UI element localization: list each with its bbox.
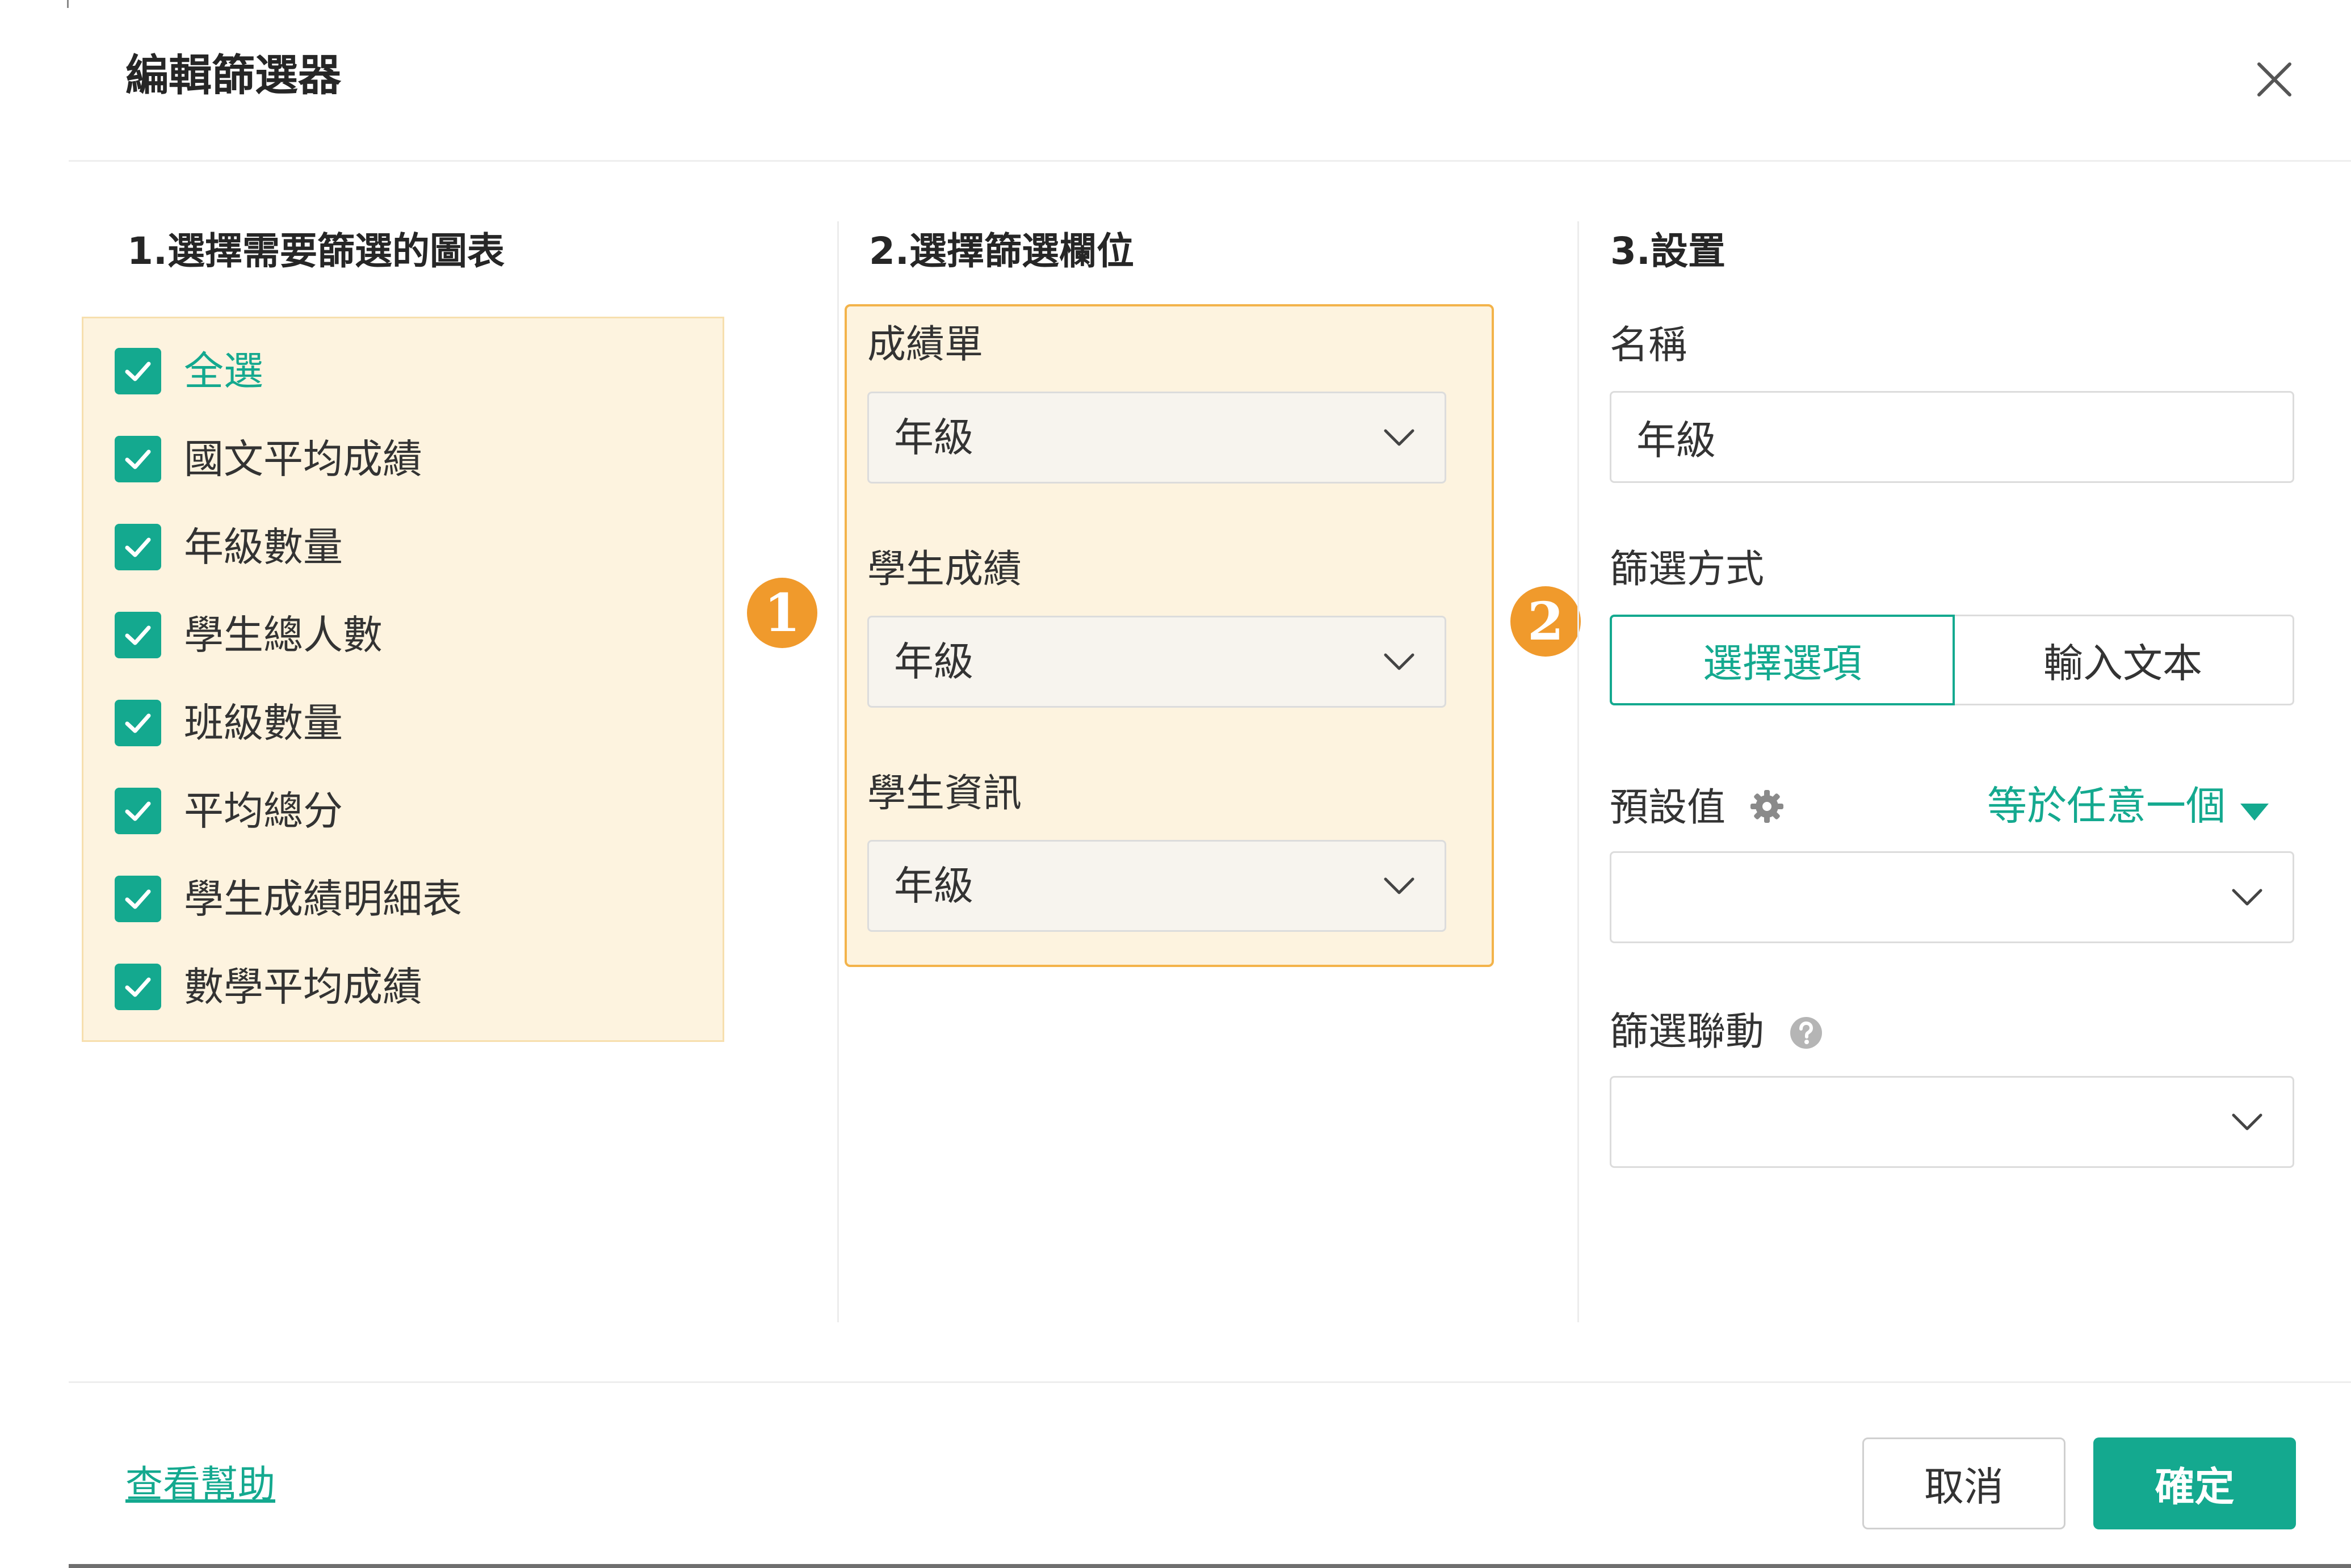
chart-selection-list: 全選國文平均成績 年級數量學生總人數班級數量平均總分學生成績明細表 數學平均成績 — [82, 317, 724, 1042]
checkbox-checked-icon[interactable] — [115, 700, 161, 746]
field-select-value: 年級 — [894, 414, 973, 461]
chart-checkbox-item[interactable]: 年級數量 — [115, 522, 343, 573]
step-badge-2: 2 — [1510, 586, 1581, 657]
chevron-down-icon — [1382, 875, 1416, 897]
field-select-report[interactable]: 年級 — [867, 392, 1446, 484]
checkbox-checked-icon[interactable] — [115, 788, 161, 834]
chart-checkbox-item[interactable]: 班級數量 — [115, 697, 343, 749]
column-divider — [837, 221, 839, 1322]
close-icon — [2257, 62, 2291, 96]
field-select-scores[interactable]: 年級 — [867, 616, 1446, 708]
chevron-down-icon — [2230, 886, 2264, 909]
checkbox-label: 全選 — [184, 348, 263, 394]
field-selection-panel: 成績單 年級 學生成績 年級 學生資訊 年級 — [845, 304, 1494, 967]
name-input[interactable] — [1610, 391, 2294, 483]
filter-mode-label: 篩選方式 — [1610, 547, 1765, 592]
checkbox-label: 班級數量 — [184, 700, 343, 746]
close-button[interactable] — [2255, 60, 2294, 99]
mode-option-select[interactable]: 選擇選項 — [1610, 615, 1955, 705]
field-select-value: 年級 — [894, 638, 973, 685]
chevron-down-icon — [2230, 1111, 2264, 1133]
field-label-students: 學生資訊 — [867, 771, 1022, 816]
default-value-label: 預設值 — [1610, 785, 1726, 830]
checkbox-checked-icon[interactable] — [115, 964, 161, 1010]
chart-checkbox-item[interactable]: 國文平均成績 — [115, 434, 422, 485]
mode-option-text[interactable]: 輸入文本 — [1953, 615, 2294, 705]
confirm-button[interactable]: 確定 — [2093, 1437, 2296, 1529]
page: 編輯篩選器 1.選擇需要篩選的圖表 全選國文平均成績 年級數量學生總人數班級數量平… — [0, 0, 2351, 1568]
chart-checkbox-item[interactable]: 數學平均成績 — [115, 961, 422, 1012]
field-select-students[interactable]: 年級 — [867, 840, 1446, 932]
select-all-checkbox[interactable]: 全選 — [115, 346, 263, 397]
cancel-button[interactable]: 取消 — [1862, 1437, 2065, 1529]
checkbox-label: 國文平均成績 — [184, 436, 422, 482]
default-value-select[interactable] — [1610, 851, 2294, 943]
filter-link-label: 篩選聯動 — [1610, 1010, 1765, 1054]
field-select-value: 年級 — [894, 863, 973, 909]
checkbox-label: 平均總分 — [184, 788, 343, 834]
chart-checkbox-item[interactable]: 學生總人數 — [115, 609, 383, 661]
checkbox-checked-icon[interactable] — [115, 436, 161, 482]
checkbox-checked-icon[interactable] — [115, 524, 161, 570]
column2-title: 2.選擇篩選欄位 — [869, 229, 1134, 273]
checkbox-label: 學生成績明細表 — [184, 876, 462, 922]
chart-checkbox-item[interactable]: 學生成績明細表 — [115, 873, 462, 924]
caret-down-icon[interactable] — [2239, 801, 2270, 823]
column3-title: 3.設置 — [1610, 229, 1726, 273]
field-label-scores: 學生成績 — [867, 547, 1022, 592]
checkbox-label: 年級數量 — [184, 524, 343, 570]
checkbox-label: 學生總人數 — [184, 612, 383, 658]
chevron-down-icon — [1382, 426, 1416, 449]
column-divider — [1577, 221, 1579, 1322]
chart-checkbox-item[interactable]: 平均總分 — [115, 785, 343, 836]
dialog-header: 編輯篩選器 — [69, 0, 2351, 162]
checkbox-checked-icon[interactable] — [115, 876, 161, 922]
chevron-down-icon — [1382, 650, 1416, 673]
edit-filter-dialog: 編輯篩選器 1.選擇需要篩選的圖表 全選國文平均成績 年級數量學生總人數班級數量平… — [69, 0, 2351, 1568]
gear-icon[interactable] — [1749, 789, 1785, 824]
checkbox-checked-icon[interactable] — [115, 348, 161, 394]
step-badge-1: 1 — [747, 578, 817, 648]
field-label-report: 成績單 — [867, 322, 984, 367]
checkbox-checked-icon[interactable] — [115, 612, 161, 658]
default-operator-dropdown[interactable]: 等於任意一個 — [1987, 786, 2226, 826]
dialog-title: 編輯篩選器 — [125, 50, 341, 100]
footer-divider — [69, 1381, 2351, 1383]
help-link[interactable]: 查看幫助 — [125, 1466, 275, 1503]
column1-title: 1.選擇需要篩選的圖表 — [127, 229, 505, 273]
checkbox-label: 數學平均成績 — [184, 964, 422, 1010]
question-icon[interactable] — [1789, 1016, 1823, 1050]
name-label: 名稱 — [1610, 323, 1687, 368]
filter-link-select[interactable] — [1610, 1076, 2294, 1168]
